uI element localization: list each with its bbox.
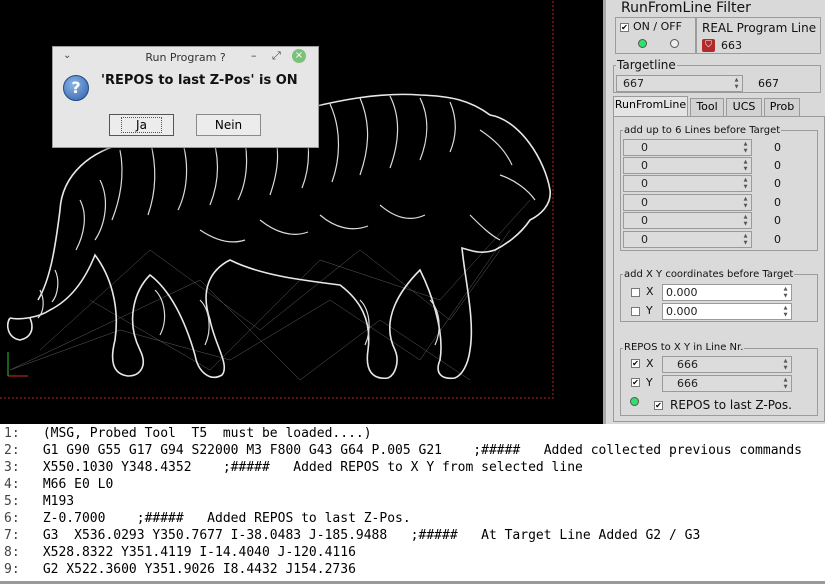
origin-axes: [7, 352, 28, 377]
yes-button[interactable]: Ja: [109, 114, 174, 136]
x-before-checkbox[interactable]: [631, 288, 640, 297]
tab-runfromline[interactable]: RunFromLine: [613, 96, 688, 116]
xy-before-label: add X Y coordinates before Target: [623, 269, 795, 280]
repos-x-input[interactable]: 666 ▲ ▼: [662, 356, 792, 373]
repos-x-label: X: [646, 357, 654, 370]
onoff-group: ✔ ON / OFF: [615, 17, 696, 54]
tab-tool[interactable]: Tool: [690, 98, 724, 116]
tab-ucs[interactable]: UCS: [726, 98, 762, 116]
repos-y-input[interactable]: 666 ▲ ▼: [662, 375, 792, 392]
line-before-input-5[interactable]: 0 ▲ ▼: [623, 212, 752, 229]
line-before-input-3[interactable]: 0 ▲ ▼: [623, 175, 752, 192]
y-before-input[interactable]: 0.000 ▲ ▼: [662, 303, 792, 320]
targetline-value: 667: [758, 77, 779, 90]
onoff-label: ON / OFF: [633, 20, 682, 33]
gcode-line[interactable]: 1: (MSG, Probed Tool T5 must be loaded..…: [4, 425, 372, 442]
line-before-value-6: 0: [774, 233, 781, 246]
line-before-value-2: 0: [774, 159, 781, 172]
targetline-spinner[interactable]: ▲ ▼: [733, 77, 740, 91]
x-before-input[interactable]: 0.000 ▲ ▼: [662, 284, 792, 301]
tab-prob[interactable]: Prob: [764, 98, 800, 116]
toolpath-preview[interactable]: ⌄ Run Program ? – ⤢ × ? 'REPOS to last Z…: [0, 0, 603, 424]
line-before-value-3: 0: [774, 177, 781, 190]
line-before-value-5: 0: [774, 214, 781, 227]
line-before-input-1[interactable]: 0 ▲ ▼: [623, 139, 752, 156]
x-before-label: X: [646, 285, 654, 298]
runfromline-filter-panel: RunFromLine Filter ✔ ON / OFF REAL Progr…: [603, 0, 825, 424]
off-led-icon: [670, 39, 679, 48]
line-before-input-6[interactable]: 0 ▲ ▼: [623, 231, 752, 248]
question-icon: ?: [63, 75, 89, 101]
run-program-dialog: ⌄ Run Program ? – ⤢ × ? 'REPOS to last Z…: [52, 46, 319, 148]
real-program-line-value: 663: [721, 39, 742, 52]
gcode-line[interactable]: 2: G1 G90 G55 G17 G94 S22000 M3 F800 G43…: [4, 442, 802, 459]
gcode-line[interactable]: 9: G2 X522.3600 Y351.9026 I8.4432 J154.2…: [4, 561, 356, 578]
repos-z-led-icon: [630, 397, 639, 406]
minimize-icon[interactable]: –: [251, 49, 257, 62]
line-before-value-4: 0: [774, 196, 781, 209]
no-button[interactable]: Nein: [196, 114, 261, 136]
line-before-value-1: 0: [774, 141, 781, 154]
repos-y-checkbox[interactable]: ✔: [631, 378, 640, 387]
lines-before-label: add up to 6 Lines before Target: [623, 125, 782, 136]
gcode-line[interactable]: 3: X550.1030 Y348.4352 ;##### Added REPO…: [4, 459, 583, 476]
targetline-input[interactable]: 667 ▲ ▼: [616, 75, 743, 92]
close-icon[interactable]: ×: [292, 49, 306, 63]
gcode-line[interactable]: 6: Z-0.7000 ;##### Added REPOS to last Z…: [4, 510, 411, 527]
gcode-line[interactable]: 4: M66 E0 L0: [4, 476, 113, 493]
line-before-input-2[interactable]: 0 ▲ ▼: [623, 157, 752, 174]
gcode-line[interactable]: 8: X528.8322 Y351.4119 I-14.4040 J-120.4…: [4, 544, 356, 561]
targetline-input-value: 667: [623, 77, 644, 90]
dialog-message: 'REPOS to last Z-Pos' is ON: [101, 73, 298, 88]
gcode-listing[interactable]: 1: (MSG, Probed Tool T5 must be loaded..…: [0, 424, 825, 584]
on-led-icon: [638, 39, 647, 48]
program-line-icon: ⛉: [702, 39, 715, 52]
y-before-label: Y: [646, 304, 653, 317]
y-before-checkbox[interactable]: [631, 307, 640, 316]
line-before-input-4[interactable]: 0 ▲ ▼: [623, 194, 752, 211]
maximize-icon[interactable]: ⤢: [272, 49, 281, 63]
yes-button-label: Ja: [121, 117, 162, 133]
repos-z-checkbox[interactable]: ✔: [654, 401, 663, 410]
panel-title: RunFromLine Filter: [621, 0, 751, 16]
real-program-line-group: REAL Program Line ⛉ 663: [696, 17, 821, 54]
repos-x-checkbox[interactable]: ✔: [631, 359, 640, 368]
real-program-line-label: REAL Program Line: [702, 21, 817, 35]
repos-z-label: REPOS to last Z-Pos.: [670, 398, 792, 412]
gcode-line[interactable]: 7: G3 X536.0293 Y350.7677 I-38.0483 J-18…: [4, 527, 700, 544]
repos-y-label: Y: [646, 376, 653, 389]
targetline-label: Targetline: [616, 58, 677, 72]
gcode-line[interactable]: 5: M193: [4, 493, 74, 510]
repos-label: REPOS to X Y in Line Nr.: [623, 342, 745, 353]
dialog-titlebar[interactable]: ⌄ Run Program ? – ⤢ ×: [53, 47, 318, 69]
onoff-checkbox[interactable]: ✔: [620, 23, 629, 32]
